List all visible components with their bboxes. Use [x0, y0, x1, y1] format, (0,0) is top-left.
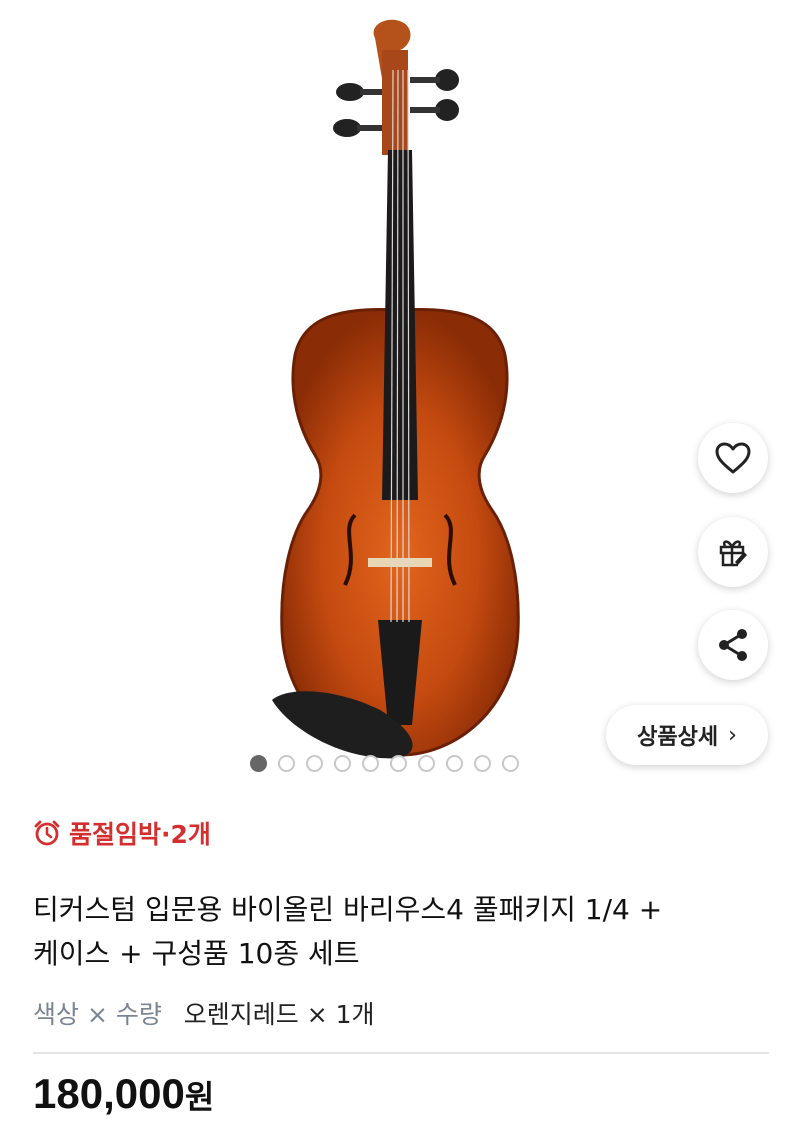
gift-button[interactable]	[698, 517, 768, 587]
pagination-dot[interactable]	[278, 755, 295, 772]
stock-warning-label: 품절임박·2개	[69, 820, 211, 849]
share-button[interactable]	[698, 610, 768, 680]
pagination-dot[interactable]	[362, 755, 379, 772]
pagination-dot[interactable]	[250, 755, 267, 772]
violin-product-image	[272, 19, 520, 759]
chevron-right-icon: ›	[728, 722, 737, 748]
share-icon	[719, 629, 747, 661]
gift-icon	[719, 540, 747, 567]
heart-icon	[715, 442, 751, 474]
stock-warning: 품절임박·2개	[33, 815, 211, 851]
product-detail-label: 상품상세	[637, 725, 719, 750]
product-price: 180,000원	[33, 1070, 214, 1118]
product-title-line: 케이스 + 구성품 10종 세트	[33, 937, 360, 970]
alarm-clock-icon	[34, 820, 60, 846]
pagination-dot[interactable]	[334, 755, 351, 772]
product-title: 티커스텀 입문용 바이올린 바리우스4 풀패키지 1/4 + 케이스 + 구성품…	[33, 888, 773, 976]
option-label: 색상 × 수량	[33, 1000, 162, 1029]
divider	[33, 1052, 769, 1054]
product-image-gallery[interactable]: 상품상세 ›	[0, 0, 800, 790]
wishlist-button[interactable]	[698, 423, 768, 493]
pagination-dot[interactable]	[446, 755, 463, 772]
pagination-dot[interactable]	[474, 755, 491, 772]
selected-option: 색상 × 수량 오렌지레드 × 1개	[33, 995, 375, 1031]
pagination-dot[interactable]	[418, 755, 435, 772]
gallery-pagination[interactable]	[250, 755, 519, 775]
price-unit: 원	[184, 1078, 215, 1116]
product-detail-button[interactable]: 상품상세 ›	[606, 705, 768, 765]
option-value: 오렌지레드 × 1개	[183, 1000, 375, 1029]
pagination-dot[interactable]	[502, 755, 519, 772]
price-amount: 180,000	[33, 1070, 185, 1117]
product-title-line: 티커스텀 입문용 바이올린 바리우스4 풀패키지 1/4 +	[33, 893, 663, 926]
pagination-dot[interactable]	[390, 755, 407, 772]
pagination-dot[interactable]	[306, 755, 323, 772]
